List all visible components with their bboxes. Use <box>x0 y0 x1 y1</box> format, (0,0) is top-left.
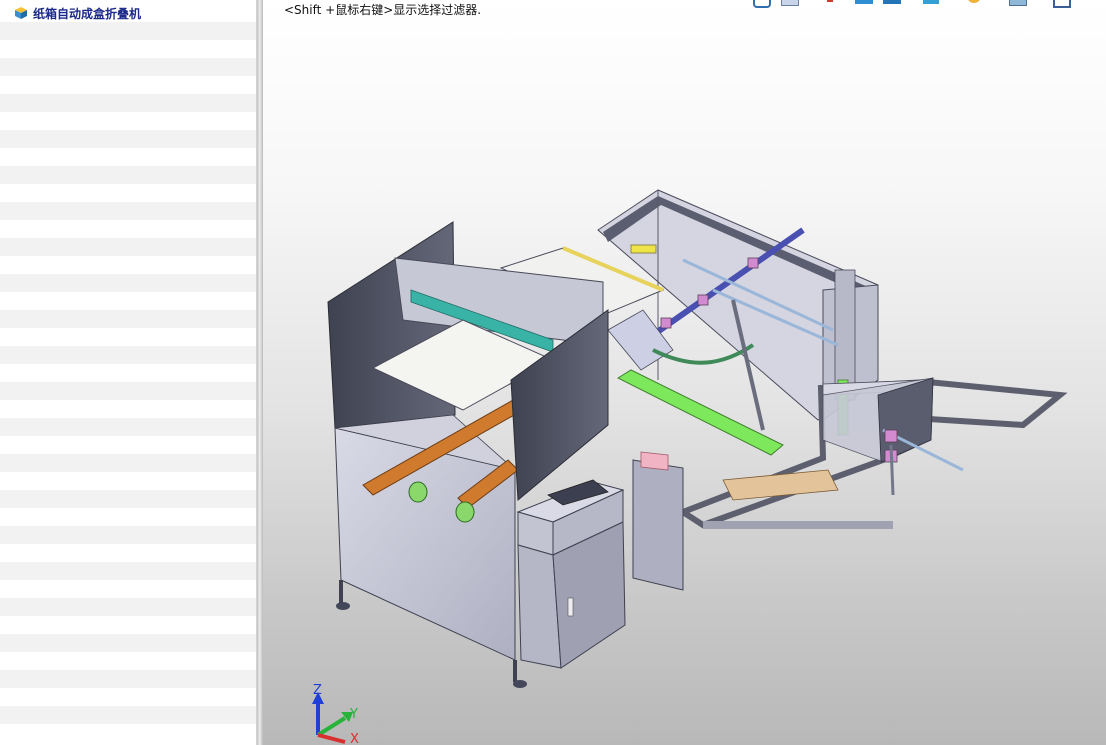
tree-row[interactable] <box>0 220 256 238</box>
tree-row[interactable] <box>0 310 256 328</box>
panel-splitter[interactable] <box>256 0 263 745</box>
tree-row[interactable] <box>0 544 256 562</box>
tree-row[interactable] <box>0 562 256 580</box>
control-cabinet <box>516 451 684 669</box>
tree-row[interactable] <box>0 76 256 94</box>
tree-row[interactable] <box>0 292 256 310</box>
tree-row[interactable] <box>0 148 256 166</box>
tree-row[interactable] <box>0 706 256 724</box>
tree-row[interactable] <box>0 652 256 670</box>
tree-row[interactable] <box>0 328 256 346</box>
tree-row[interactable] <box>0 472 256 490</box>
tree-row[interactable] <box>0 400 256 418</box>
tree-row[interactable] <box>0 670 256 688</box>
tree-row[interactable] <box>0 166 256 184</box>
tree-row[interactable] <box>0 40 256 58</box>
tree-row[interactable] <box>0 724 256 742</box>
tree-row[interactable] <box>0 202 256 220</box>
tree-row[interactable] <box>0 58 256 76</box>
tree-root-label: 纸箱自动成盒折叠机 <box>33 6 142 21</box>
folding-arm-frame <box>676 377 1068 529</box>
tree-row[interactable] <box>0 364 256 382</box>
tree-row[interactable] <box>0 112 256 130</box>
triad-y-label: Y <box>349 707 358 722</box>
graphics-viewport[interactable]: <Shift +鼠标右键>显示选择过滤器. Z Y X <box>263 0 1106 745</box>
tree-row[interactable] <box>0 580 256 598</box>
tree-row[interactable] <box>0 382 256 400</box>
triad-x-label: X <box>350 732 359 745</box>
tree-row[interactable] <box>0 256 256 274</box>
tree-row[interactable] <box>0 184 256 202</box>
tree-row[interactable] <box>0 274 256 292</box>
feature-tree-panel[interactable]: 纸箱自动成盒折叠机 <box>0 0 256 745</box>
tree-row[interactable] <box>0 508 256 526</box>
tree-row[interactable] <box>0 22 256 40</box>
tree-row[interactable] <box>0 598 256 616</box>
tree-row[interactable] <box>0 616 256 634</box>
tree-row[interactable] <box>0 526 256 544</box>
tree-row[interactable] <box>0 454 256 472</box>
coordinate-triad: Z Y X <box>312 683 359 745</box>
tree-row[interactable] <box>0 436 256 454</box>
part-cube-icon <box>15 7 27 19</box>
triad-z-label: Z <box>313 683 322 698</box>
machine-3d-model[interactable] <box>263 0 1106 745</box>
tree-row[interactable] <box>0 418 256 436</box>
tree-row[interactable] <box>0 346 256 364</box>
tree-rows <box>0 22 256 742</box>
tree-row[interactable] <box>0 238 256 256</box>
tree-row[interactable] <box>0 94 256 112</box>
tree-row[interactable] <box>0 688 256 706</box>
tree-row[interactable] <box>0 130 256 148</box>
tree-row[interactable] <box>0 490 256 508</box>
tree-row[interactable] <box>0 634 256 652</box>
tree-root-item[interactable]: 纸箱自动成盒折叠机 <box>0 4 256 22</box>
